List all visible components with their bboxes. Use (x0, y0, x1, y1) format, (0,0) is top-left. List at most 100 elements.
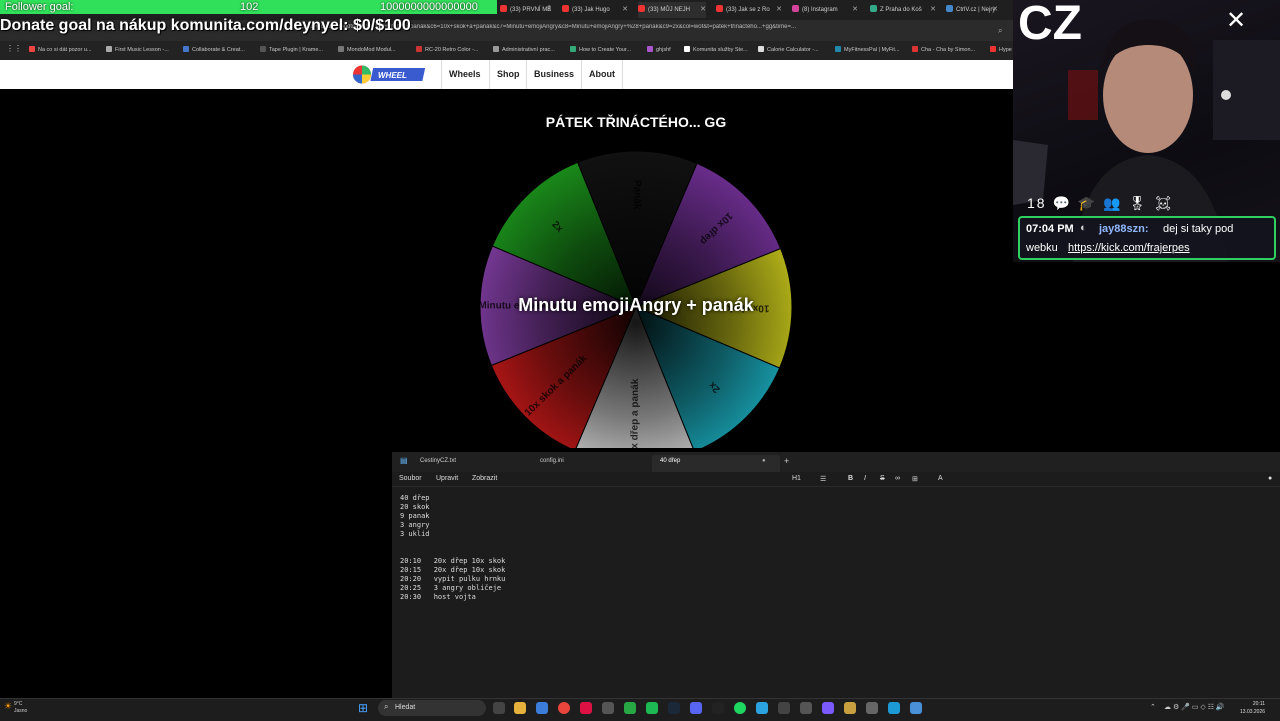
nav-business[interactable]: Business (534, 69, 574, 79)
close-icon[interactable]: ✕ (852, 2, 858, 18)
clear-format-icon[interactable]: A (938, 475, 943, 482)
bookmark-item[interactable]: Cha - Cha by Simon... (912, 46, 975, 53)
svg-text:WHEEL: WHEEL (378, 71, 407, 80)
browser-tab[interactable]: (33) Jak Hugo ✕ (562, 2, 628, 18)
bookmark-item[interactable]: ghjshf (647, 46, 671, 53)
tab-label: Z Praha do Koš (880, 7, 922, 13)
apps-icon[interactable]: ⋮⋮ (6, 44, 22, 53)
app-icon[interactable] (580, 702, 592, 714)
text-line: 20:15 20x dřep 10x skok (400, 566, 506, 574)
nav-wheels[interactable]: Wheels (449, 69, 481, 79)
browser-tab[interactable]: CtrlV.cz | Nejry ✕ (946, 2, 998, 18)
close-icon[interactable]: ✕ (930, 2, 936, 18)
close-icon[interactable]: ● (762, 458, 766, 464)
chat-link[interactable]: https://kick.com/frajerpes (1068, 242, 1190, 254)
menu-view[interactable]: Zobrazit (472, 475, 497, 482)
copilot-icon[interactable]: ● (1268, 475, 1272, 482)
close-icon[interactable]: ✕ (700, 2, 706, 18)
nav-shop[interactable]: Shop (497, 69, 520, 79)
notepad-tab[interactable]: CestinyCZ.txt (420, 458, 456, 464)
link-icon[interactable]: ∞ (895, 475, 900, 482)
browser-tab[interactable]: (33) Jak se z Ro ✕ (716, 2, 782, 18)
text-line: 20:10 20x dřep 10x skok (400, 557, 506, 565)
telegram-icon[interactable] (756, 702, 768, 714)
app-icon[interactable] (822, 702, 834, 714)
browser-tab[interactable]: Z Praha do Koš ✕ (870, 2, 936, 18)
weather-widget[interactable]: 9°C Jasno (14, 701, 27, 715)
menu-edit[interactable]: Upravit (436, 475, 458, 482)
site-icon (946, 5, 953, 12)
bookmark-label: Na co si dát pozor u... (38, 47, 92, 53)
windows-start-icon[interactable]: ⊞ (358, 701, 368, 715)
bookmark-item[interactable]: Na co si dát pozor u... (29, 46, 92, 53)
bookmark-item[interactable]: Hype (990, 46, 1012, 53)
notepad-icon[interactable] (910, 702, 922, 714)
browser-tab[interactable]: (33) PRVNÍ MĚ ✕ (500, 2, 552, 18)
notepad-tab-active[interactable]: 40 dřep (652, 455, 780, 472)
taskbar-clock[interactable]: 20:11 13.03.2026 (1240, 700, 1265, 716)
nav-about[interactable]: About (589, 69, 615, 79)
bookmark-item[interactable]: Komunita služby Ste... (684, 46, 748, 53)
settings-icon[interactable] (800, 702, 812, 714)
search-icon[interactable]: ⌕ (998, 26, 1002, 36)
chat-message-continued: webku (1026, 242, 1058, 254)
italic-icon[interactable]: I (864, 475, 866, 482)
bookmark-item[interactable]: MondoMod Modul... (338, 46, 396, 53)
bookmark-item[interactable]: How to Create Your... (570, 46, 631, 53)
bookmarks-bar: ⋮⋮ Na co si dát pozor u... First Music L… (0, 41, 1013, 61)
edge-icon[interactable] (888, 702, 900, 714)
bookmark-item[interactable]: Calorie Calculator -... (758, 46, 819, 53)
menu-file[interactable]: Soubor (399, 475, 422, 482)
text-line: 3 angry (400, 521, 430, 529)
close-icon[interactable]: ✕ (622, 2, 628, 18)
strikethrough-icon[interactable]: S (880, 475, 885, 482)
bookmark-item[interactable]: Collaborate & Creat... (183, 46, 245, 53)
close-icon[interactable]: ✕ (992, 2, 998, 18)
browser-tab[interactable]: (33) MŮJ NEJH ✕ (638, 2, 706, 18)
text-line: 9 panak (400, 512, 430, 520)
app-icon[interactable] (624, 702, 636, 714)
spotify-icon[interactable] (734, 702, 746, 714)
app-icon[interactable] (778, 702, 790, 714)
file-explorer-icon[interactable] (514, 702, 526, 714)
task-view-icon[interactable] (493, 702, 505, 714)
app-icon[interactable] (844, 702, 856, 714)
tray-icons[interactable]: ☁ ⚙ 🎤 ▭ ◇ ☷ 🔊 (1164, 703, 1225, 711)
app-icon[interactable] (712, 702, 724, 714)
bookmark-icon (493, 46, 499, 52)
chrome-icon[interactable] (558, 702, 570, 714)
taskbar-search-label: Hledat (395, 704, 416, 711)
close-icon[interactable]: ✕ (776, 2, 782, 18)
wheel-decide-logo[interactable]: WHEEL (352, 64, 428, 85)
app-icon[interactable] (646, 702, 658, 714)
bookmark-item[interactable]: Tape Plugin | Krame... (260, 46, 323, 53)
close-icon[interactable]: ✕ (546, 2, 552, 18)
app-icon[interactable] (602, 702, 614, 714)
bookmark-item[interactable]: RC-20 Retro Color -... (416, 46, 479, 53)
bold-icon[interactable]: B (848, 475, 853, 482)
bookmark-item[interactable]: MyFitnessPal | MyFit... (835, 46, 900, 53)
text-line: 20:30 host vojta (400, 593, 476, 601)
browser-tab[interactable]: (8) Instagram ✕ (792, 2, 858, 18)
text-line: 20 skok (400, 503, 430, 511)
new-tab-icon[interactable]: + (784, 456, 789, 466)
tab-label: (33) MŮJ NEJH (648, 7, 691, 13)
heading-dropdown[interactable]: H1 (792, 475, 801, 482)
bookmark-label: ghjshf (656, 47, 671, 53)
tray-chevron-icon[interactable]: ⌃ (1150, 703, 1156, 711)
bookmark-item[interactable]: First Music Lesson -... (106, 46, 169, 53)
notepad-tab[interactable]: config.ini (540, 458, 564, 464)
steam-icon[interactable] (668, 702, 680, 714)
media-player-icon[interactable] (866, 702, 878, 714)
mail-icon[interactable] (536, 702, 548, 714)
list-icon[interactable]: ☰ (820, 475, 826, 483)
nav-divider (622, 60, 623, 89)
notepad-text-area[interactable]: 40 dřep20 skok9 panak3 angry3 uklid​​20:… (400, 494, 505, 602)
discord-icon[interactable] (690, 702, 702, 714)
bookmark-item[interactable]: Administrativní prac... (493, 46, 555, 53)
bookmark-icon (29, 46, 35, 52)
bookmark-label: RC-20 Retro Color -... (425, 47, 479, 53)
tab-label: (33) Jak Hugo (572, 7, 610, 13)
table-icon[interactable]: ⊞ (912, 475, 918, 483)
tab-label: (33) PRVNÍ MĚ (510, 7, 552, 13)
